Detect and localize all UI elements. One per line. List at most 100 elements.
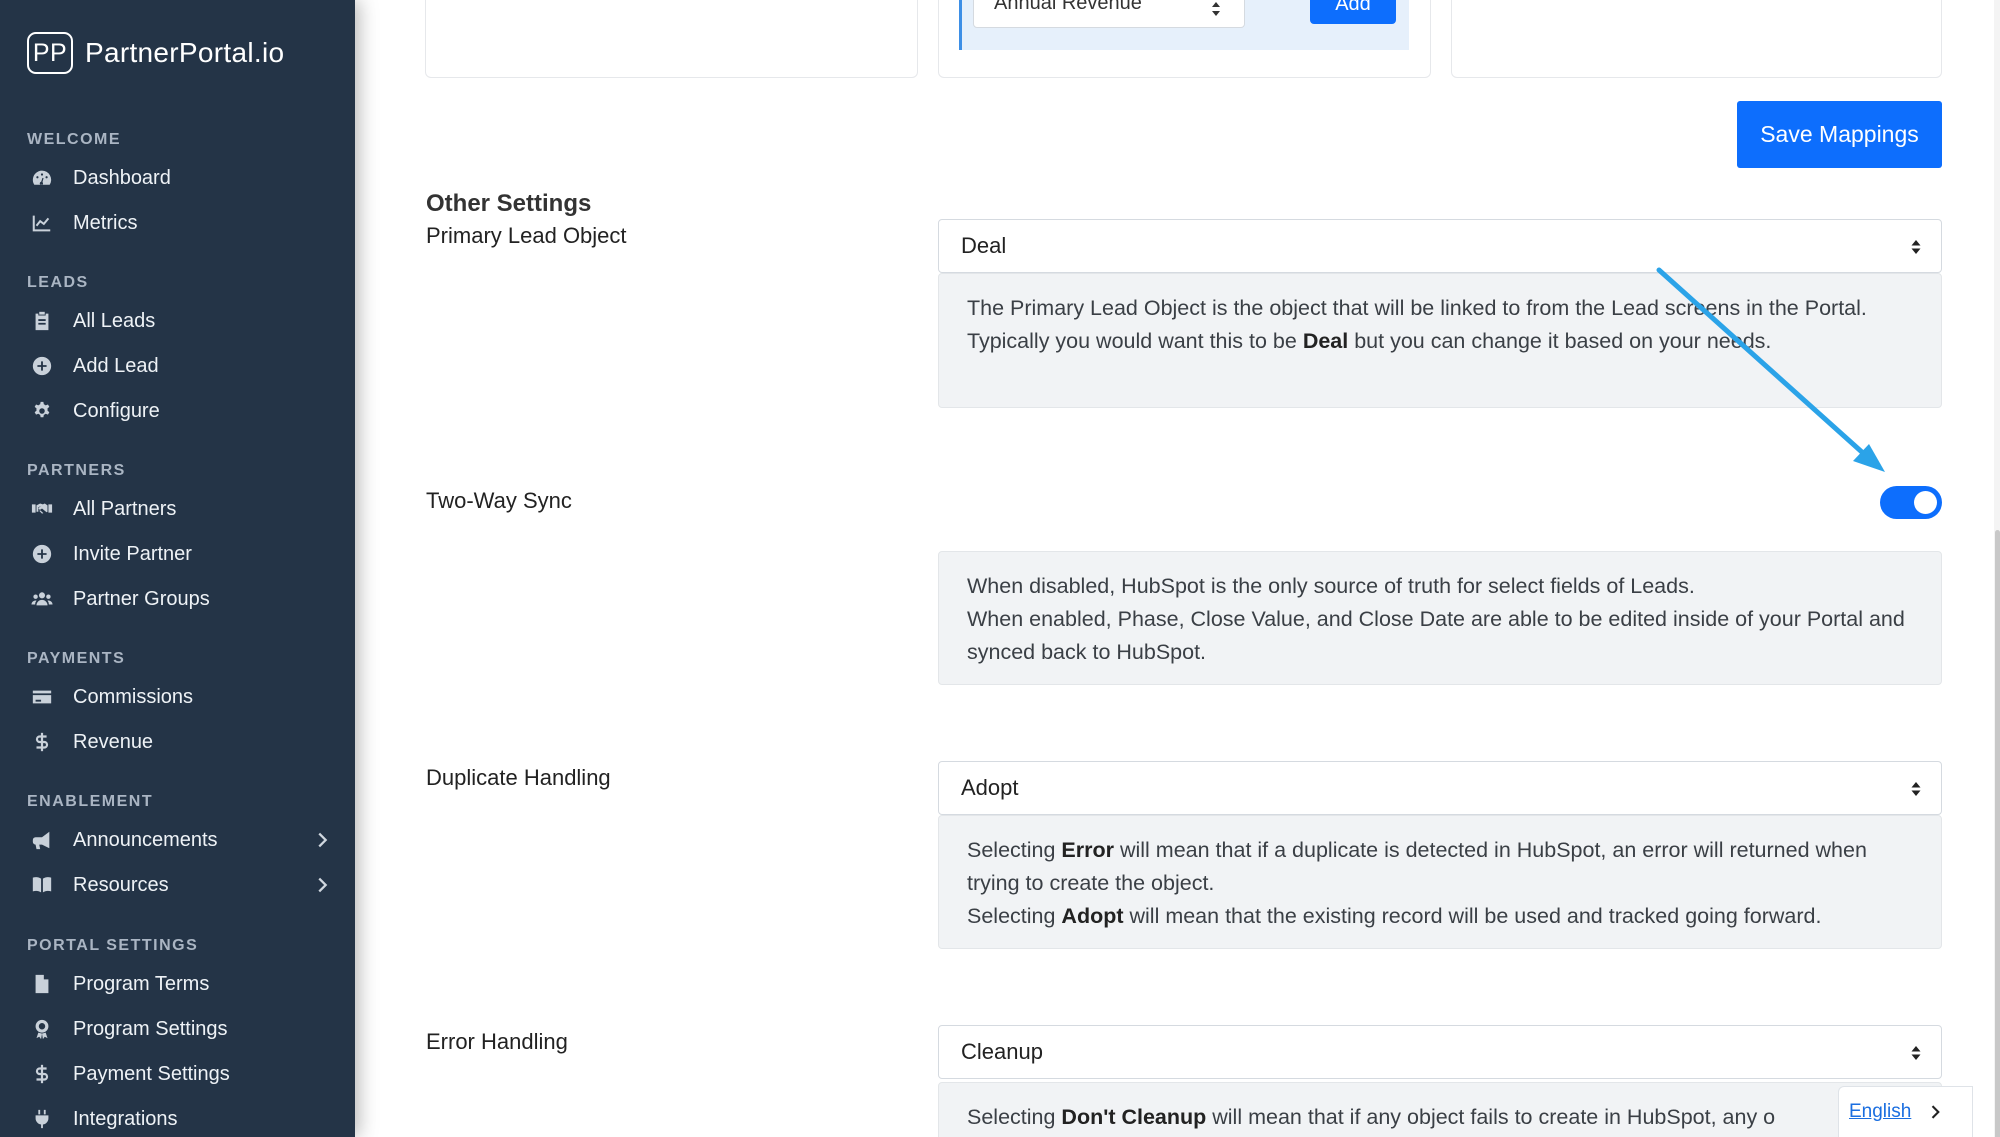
help-bold: Don't Cleanup [1061,1105,1207,1129]
dollar-icon [28,728,56,756]
nav-section-portal-settings: PORTAL SETTINGS [27,937,199,954]
sidebar-item-label: Program Settings [73,1017,228,1040]
sidebar-item-label: Dashboard [73,166,171,189]
sidebar-item-label: All Leads [73,309,156,332]
sidebar-item-partner-groups[interactable]: Partner Groups [28,579,333,619]
book-icon [28,871,56,899]
sidebar-item-label: Add Lead [73,354,159,377]
help-text: Selecting [967,838,1062,862]
sidebar-item-label: Program Terms [73,972,210,995]
primary-lead-select[interactable]: Deal [938,219,1942,273]
sidebar-item-all-leads[interactable]: All Leads [28,301,333,341]
plus-circle-icon [28,540,56,568]
mapping-field-value: Annual Revenue [994,0,1142,14]
sidebar-item-label: Integrations [73,1107,178,1130]
error-handling-value: Cleanup [961,1039,1043,1064]
file-icon [28,970,56,998]
sidebar: PP PartnerPortal.io WELCOME Dashboard Me… [0,0,355,1137]
sidebar-item-label: Announcements [73,828,218,851]
sidebar-item-label: Metrics [73,211,138,234]
mapping-field-select[interactable]: Annual Revenue [973,0,1245,28]
users-icon [28,585,56,613]
brand[interactable]: PP PartnerPortal.io [27,32,284,74]
mapping-card-right [1451,0,1942,78]
sidebar-item-label: Invite Partner [73,542,192,565]
two-way-sync-help: When disabled, HubSpot is the only sourc… [938,551,1942,685]
two-way-sync-label: Two-Way Sync [426,488,572,513]
credit-card-icon [28,683,56,711]
language-link[interactable]: English [1849,1101,1911,1123]
help-text: Selecting [967,1105,1062,1129]
sidebar-item-integrations[interactable]: Integrations [28,1099,333,1137]
nav-section-payments: PAYMENTS [27,650,126,667]
chevron-right-icon [318,832,328,848]
sidebar-item-all-partners[interactable]: All Partners [28,489,333,529]
dashboard-gauge-icon [28,164,56,192]
scrollbar-track[interactable] [1994,0,2000,1137]
main-content: Annual Revenue Add Save Mappings Other S… [355,0,2000,1137]
line-chart-icon [28,209,56,237]
sidebar-item-label: Revenue [73,730,154,753]
help-paragraph: Selecting Error will mean that if a dupl… [967,834,1913,900]
nav-section-partners: PARTNERS [27,462,126,479]
sidebar-item-label: Payment Settings [73,1062,230,1085]
help-text: will mean that the existing record will … [1123,904,1822,928]
section-title: Other Settings [426,190,592,217]
two-way-sync-toggle[interactable] [1880,486,1942,519]
help-bold: Error [1061,838,1114,862]
duplicate-handling-label: Duplicate Handling [426,765,611,790]
help-bold: Deal [1302,329,1349,353]
award-icon [28,1015,56,1043]
error-handling-select[interactable]: Cleanup [938,1025,1942,1079]
sidebar-item-add-lead[interactable]: Add Lead [28,346,333,386]
sidebar-item-label: Partner Groups [73,587,210,610]
duplicate-handling-select[interactable]: Adopt [938,761,1942,815]
sidebar-item-announcements[interactable]: Announcements [28,820,333,860]
brand-logo: PP [27,32,73,74]
sidebar-item-label: All Partners [73,497,177,520]
sidebar-item-label: Resources [73,873,169,896]
sidebar-item-payment-settings[interactable]: Payment Settings [28,1054,333,1094]
help-text: but you can change it based on your need… [1348,329,1772,353]
nav-section-enablement: ENABLEMENT [27,793,154,810]
help-text: Selecting [967,904,1062,928]
sidebar-item-commissions[interactable]: Commissions [28,677,333,717]
help-paragraph: Selecting Adopt will mean that the exist… [967,900,1913,933]
sidebar-item-dashboard[interactable]: Dashboard [28,158,333,198]
nav-section-welcome: WELCOME [27,131,122,148]
primary-lead-help: The Primary Lead Object is the object th… [938,273,1942,408]
select-arrows-icon [1911,1046,1921,1060]
sidebar-item-metrics[interactable]: Metrics [28,203,333,243]
brand-name: PartnerPortal.io [85,37,285,68]
sidebar-item-program-settings[interactable]: Program Settings [28,1009,333,1049]
select-arrows-icon [1911,240,1921,254]
duplicate-handling-help: Selecting Error will mean that if a dupl… [938,815,1942,949]
help-bold: Adopt [1061,904,1124,928]
sidebar-item-configure[interactable]: Configure [28,391,333,431]
sidebar-item-label: Configure [73,399,160,422]
language-widget[interactable]: English [1838,1086,1973,1137]
duplicate-handling-value: Adopt [961,775,1019,800]
clipboard-icon [28,307,56,335]
select-arrows-icon [1212,2,1220,16]
help-text: When disabled, HubSpot is the only sourc… [967,574,1695,598]
sidebar-item-label: Commissions [73,685,194,708]
add-mapping-button[interactable]: Add [1310,0,1396,24]
primary-lead-value: Deal [961,233,1007,258]
gear-icon [28,397,56,425]
sidebar-item-invite-partner[interactable]: Invite Partner [28,534,333,574]
sidebar-item-program-terms[interactable]: Program Terms [28,964,333,1004]
mapping-card-left [425,0,918,78]
nav-section-leads: LEADS [27,274,89,291]
sidebar-item-resources[interactable]: Resources [28,865,333,905]
plus-circle-icon [28,352,56,380]
chevron-right-icon [1932,1105,1941,1119]
help-text: will mean that if any object fails to cr… [1206,1105,1776,1129]
megaphone-icon [28,826,56,854]
help-text: When enabled, Phase, Close Value, and Cl… [967,607,1905,664]
save-mappings-button[interactable]: Save Mappings [1737,101,1942,168]
plug-icon [28,1105,56,1133]
error-handling-help: Selecting Don't Cleanup will mean that i… [938,1082,1942,1137]
scrollbar-thumb[interactable] [1995,530,2000,1137]
sidebar-item-revenue[interactable]: Revenue [28,722,333,762]
